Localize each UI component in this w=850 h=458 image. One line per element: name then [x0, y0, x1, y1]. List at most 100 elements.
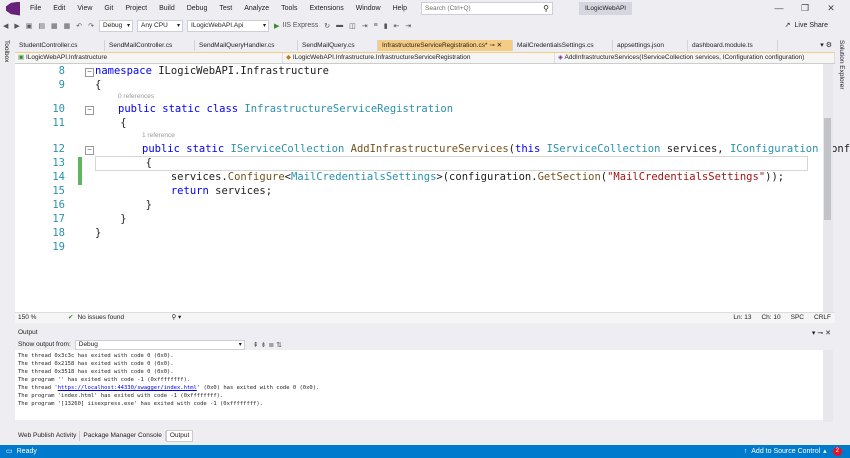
- tab-mail-credentials-settings[interactable]: MailCredentialsSettings.cs: [513, 40, 613, 51]
- tab-package-manager-console[interactable]: Package Manager Console: [80, 431, 166, 441]
- search-input[interactable]: Search (Ctrl+Q) ⚲: [421, 2, 554, 15]
- live-share[interactable]: ↗ Live Share: [785, 17, 828, 34]
- window-icon[interactable]: ◫: [346, 22, 359, 30]
- status-ready: Ready: [16, 448, 37, 455]
- project-dropdown[interactable]: ▣ ILogicWebAPI.Infrastructure: [15, 53, 283, 63]
- codelens-references[interactable]: 0 references: [118, 93, 154, 100]
- zoom-level[interactable]: 150 %: [18, 313, 48, 323]
- run-icon[interactable]: ▶: [271, 22, 282, 30]
- panel-controls-icon[interactable]: ▾ ⊸ ✕: [812, 329, 831, 337]
- output-link[interactable]: https://localhost:44330/swagger/index.ht…: [58, 385, 197, 391]
- code-line-16: }: [95, 199, 152, 211]
- indent-icon[interactable]: ⇤: [391, 22, 403, 30]
- tab-send-mail-controller[interactable]: SendMailController.cs: [105, 40, 195, 51]
- collapse-method-icon[interactable]: −: [85, 146, 94, 155]
- undo-icon[interactable]: ↶: [73, 22, 85, 30]
- menu-file[interactable]: File: [24, 0, 47, 17]
- save-all-icon[interactable]: ▦: [61, 22, 74, 30]
- new-item-icon[interactable]: ▣: [23, 22, 36, 30]
- tab-send-mail-query-handler[interactable]: SendMailQueryHandler.cs: [195, 40, 298, 51]
- refresh-icon[interactable]: ↻: [321, 22, 333, 30]
- tab-appsettings[interactable]: appsettings.json: [613, 40, 688, 51]
- code-line-14: services.Configure<MailCredentialsSettin…: [95, 171, 784, 183]
- notification-badge[interactable]: 2: [832, 447, 842, 456]
- menu-project[interactable]: Project: [119, 0, 153, 17]
- pin-icon[interactable]: ⊸: [489, 42, 496, 49]
- redo-icon[interactable]: ↷: [85, 22, 97, 30]
- code-cleanup-icon[interactable]: ⚲ ▾: [171, 313, 181, 323]
- close-tab-icon[interactable]: ✕: [497, 42, 502, 49]
- output-toolbar-icons[interactable]: ⇞ ⇟ ≣ ⇅: [253, 341, 282, 349]
- add-to-source-control[interactable]: Add to Source Control: [751, 445, 820, 458]
- startup-project-dropdown[interactable]: ILogicWebAPI.Api: [187, 19, 270, 32]
- tab-send-mail-query[interactable]: SendMailQuery.cs: [298, 40, 378, 51]
- save-icon[interactable]: ▦: [48, 22, 61, 30]
- forward-icon[interactable]: ▶: [11, 22, 22, 30]
- run-target-button[interactable]: IIS Express: [282, 22, 321, 29]
- line-number: 17: [52, 213, 65, 225]
- tab-overflow-icon[interactable]: ▾ ⚙: [820, 40, 832, 51]
- collapse-namespace-icon[interactable]: −: [85, 68, 94, 77]
- line-number: 13: [52, 157, 65, 169]
- tab-output[interactable]: Output: [165, 430, 194, 442]
- line-number: 12: [52, 143, 65, 155]
- folder-icon[interactable]: ▬: [333, 22, 346, 29]
- method-name: GetSection: [537, 171, 601, 183]
- output-text[interactable]: The thread 0x3c3c has exited with code 0…: [15, 350, 823, 420]
- whitespace-indicator[interactable]: SPC: [791, 313, 804, 323]
- menu-test[interactable]: Test: [213, 0, 238, 17]
- output-vertical-scrollbar[interactable]: [823, 350, 833, 422]
- menu-debug[interactable]: Debug: [181, 0, 214, 17]
- maximize-icon[interactable]: ❐: [792, 0, 818, 17]
- output-line: The program '' has exited with code -1 (…: [18, 377, 191, 383]
- back-icon[interactable]: ◀: [0, 22, 11, 30]
- configuration-dropdown[interactable]: Debug: [99, 19, 134, 32]
- collapse-class-icon[interactable]: −: [85, 106, 94, 115]
- type-dropdown[interactable]: ◆ ILogicWebAPI.Infrastructure.Infrastruc…: [283, 53, 555, 63]
- class-icon: ◆: [286, 54, 293, 61]
- issues-status[interactable]: No issues found: [77, 313, 157, 323]
- menu-window[interactable]: Window: [350, 0, 387, 17]
- toolbox-panel-tab[interactable]: Toolbox: [0, 37, 15, 418]
- code-editor[interactable]: 8 9 10 11 12 13 14 15 16 17 18 19 − − − …: [15, 64, 850, 312]
- menu-edit[interactable]: Edit: [47, 0, 71, 17]
- current-line-highlight: [95, 156, 808, 171]
- output-text-segment: The thread ': [18, 385, 58, 391]
- open-icon[interactable]: ▤: [35, 22, 48, 30]
- tab-dashboard-module[interactable]: dashboard.module.ts: [688, 40, 778, 51]
- format-icon[interactable]: ≡: [371, 22, 381, 29]
- menu-view[interactable]: View: [71, 0, 98, 17]
- editor-scroll-thumb[interactable]: [824, 118, 831, 220]
- code-line-9: {: [95, 79, 102, 91]
- step-icon[interactable]: ⇥: [359, 22, 371, 30]
- menu-help[interactable]: Help: [387, 0, 413, 17]
- line-indicator: Ln: 13: [733, 314, 752, 321]
- platform-dropdown[interactable]: Any CPU: [137, 19, 184, 32]
- bookmark-icon[interactable]: ▮: [381, 22, 391, 30]
- tab-infrastructure-service-registration[interactable]: InfrastructureServiceRegistration.cs* ⊸ …: [378, 40, 513, 51]
- output-line: The thread 0x3518 has exited with code 0…: [18, 369, 174, 375]
- solution-explorer-panel-tab[interactable]: Solution Explorer: [835, 37, 850, 418]
- code-line-10: public static class InfrastructureServic…: [118, 103, 453, 115]
- menu-git[interactable]: Git: [98, 0, 119, 17]
- close-icon[interactable]: ✕: [818, 0, 844, 17]
- minimize-icon[interactable]: —: [766, 0, 792, 17]
- tab-label: StudentController.cs: [19, 42, 78, 49]
- member-dropdown[interactable]: ◈ AddInfrastructureServices(IServiceColl…: [555, 53, 835, 63]
- menu-extensions[interactable]: Extensions: [303, 0, 349, 17]
- output-source-dropdown[interactable]: Debug: [74, 339, 245, 350]
- method-name: AddInfrastructureServices: [344, 143, 509, 155]
- tab-student-controller[interactable]: StudentController.cs: [15, 40, 105, 51]
- codelens-references[interactable]: 1 reference: [142, 132, 175, 139]
- search-placeholder: Search (Ctrl+Q): [425, 5, 471, 12]
- menu-build[interactable]: Build: [153, 0, 181, 17]
- notifications-icon[interactable]: ▭: [6, 445, 13, 458]
- identifier: services,: [660, 143, 730, 155]
- line-ending-indicator[interactable]: CRLF: [814, 313, 831, 323]
- menu-analyze[interactable]: Analyze: [238, 0, 275, 17]
- outdent-icon[interactable]: ⇥: [402, 22, 414, 30]
- menu-tools[interactable]: Tools: [275, 0, 303, 17]
- chevron-up-icon[interactable]: ▴: [823, 445, 827, 458]
- line-number: 18: [52, 227, 65, 239]
- tab-web-publish-activity[interactable]: Web Publish Activity: [15, 431, 81, 441]
